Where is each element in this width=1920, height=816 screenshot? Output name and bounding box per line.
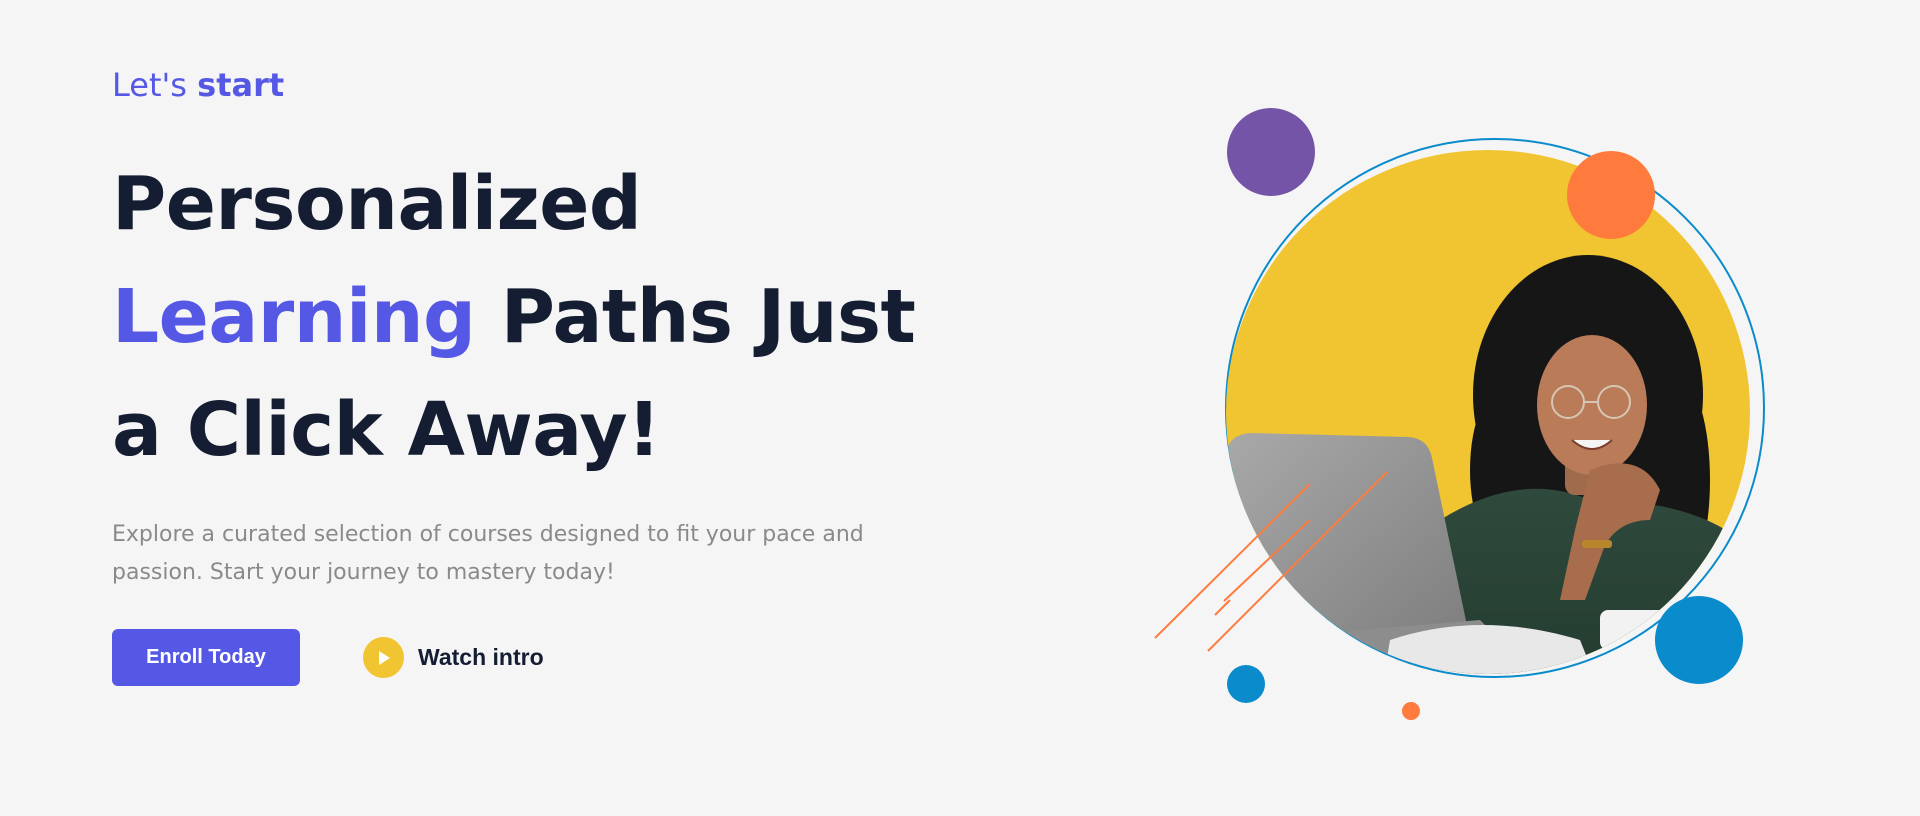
student-photo xyxy=(1226,255,1750,674)
headline-line-3: a Click Away! xyxy=(112,387,661,473)
hero-headline: Personalized Learning Paths Just a Click… xyxy=(112,148,992,487)
headline-line-2-rest: Paths Just xyxy=(500,274,916,360)
play-icon[interactable] xyxy=(363,637,404,678)
hero-section: Let's start Personalized Learning Paths … xyxy=(0,0,1920,816)
watch-intro-label: Watch intro xyxy=(418,644,544,670)
headline-accent-word: Learning xyxy=(112,274,476,360)
hero-description: Explore a curated selection of courses d… xyxy=(112,522,864,585)
eyebrow-prefix: Let's xyxy=(112,66,187,104)
headline-line-1: Personalized xyxy=(112,161,642,247)
decorative-lines xyxy=(1154,471,1388,652)
eyebrow-text: Let's start xyxy=(112,66,284,104)
enroll-today-button[interactable]: Enroll Today xyxy=(112,629,300,686)
blue-dot-small xyxy=(1227,665,1265,703)
headline-line-2: Learning Paths Just xyxy=(112,261,992,374)
purple-dot xyxy=(1227,108,1315,196)
watch-intro-button[interactable]: Watch intro xyxy=(363,637,544,678)
orange-dot-large xyxy=(1567,151,1655,239)
blue-dot-large xyxy=(1655,596,1743,684)
outline-ring xyxy=(1225,138,1765,678)
eyebrow-bold: start xyxy=(197,66,285,104)
orange-dot-small xyxy=(1402,702,1420,720)
yellow-backdrop-circle xyxy=(1226,150,1750,674)
